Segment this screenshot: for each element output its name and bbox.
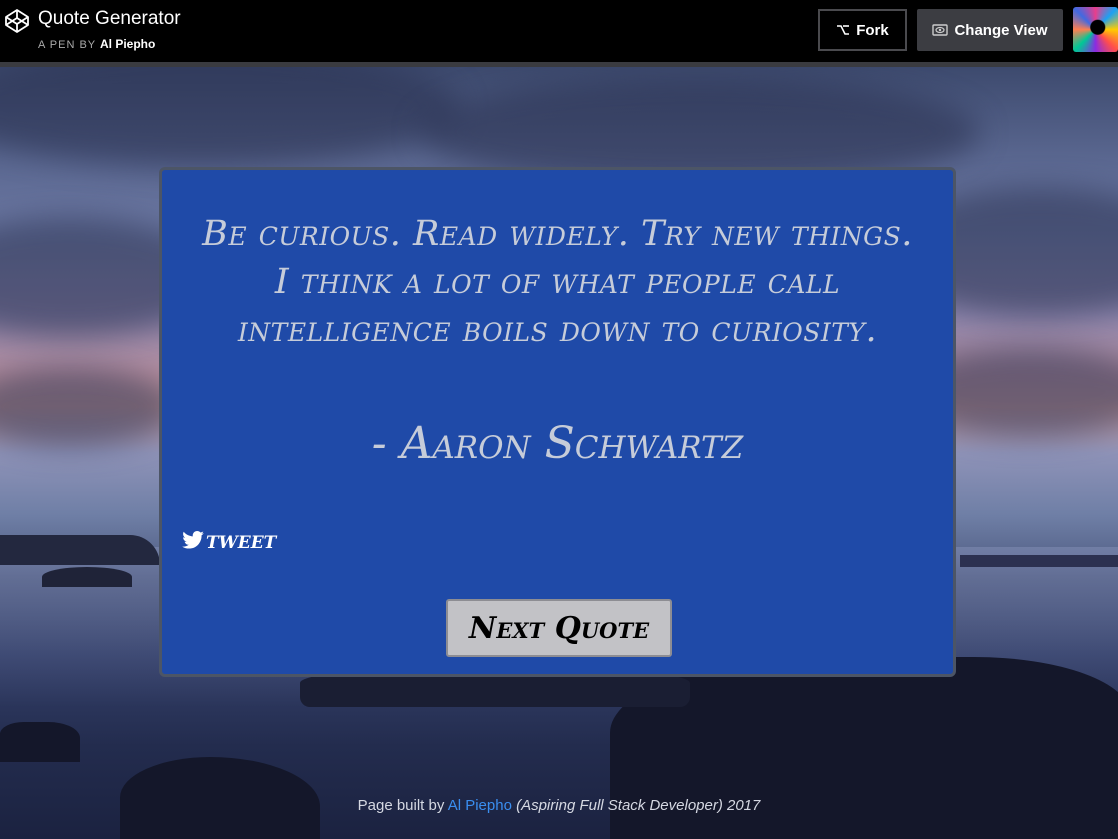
change-view-label: Change View (954, 21, 1048, 39)
user-avatar[interactable] (1073, 7, 1118, 52)
pen-title[interactable]: Quote Generator (38, 8, 181, 30)
pen-byline: A PEN BY Al Piepho (38, 37, 155, 51)
quote-text: Be curious. Read widely. Try new things.… (202, 214, 913, 350)
fork-label: Fork (856, 21, 889, 39)
change-view-button[interactable]: Change View (917, 9, 1063, 51)
codepen-logo-icon[interactable] (4, 8, 30, 34)
quote-author: - Aaron Schwartz (371, 418, 744, 469)
byline-prefix: A PEN BY (38, 39, 96, 51)
tweet-label: tweet (206, 525, 277, 554)
footer: Page built by Al Piepho (Aspiring Full S… (0, 797, 1118, 814)
footer-suffix: (Aspiring Full Stack Developer) 2017 (516, 797, 761, 814)
pen-author-link[interactable]: Al Piepho (100, 37, 155, 51)
next-quote-button[interactable]: Next Quote (446, 599, 672, 657)
quote-card: Be curious. Read widely. Try new things.… (159, 167, 956, 677)
eye-icon (932, 24, 949, 36)
fork-icon (836, 24, 850, 36)
footer-author-link[interactable]: Al Piepho (448, 797, 512, 814)
tweet-button[interactable]: tweet (182, 525, 276, 554)
footer-prefix: Page built by (357, 797, 445, 814)
fork-button[interactable]: Fork (818, 9, 907, 51)
top-bar: Quote Generator A PEN BY Al Piepho Fork … (0, 0, 1118, 67)
twitter-bird-icon (182, 530, 204, 549)
